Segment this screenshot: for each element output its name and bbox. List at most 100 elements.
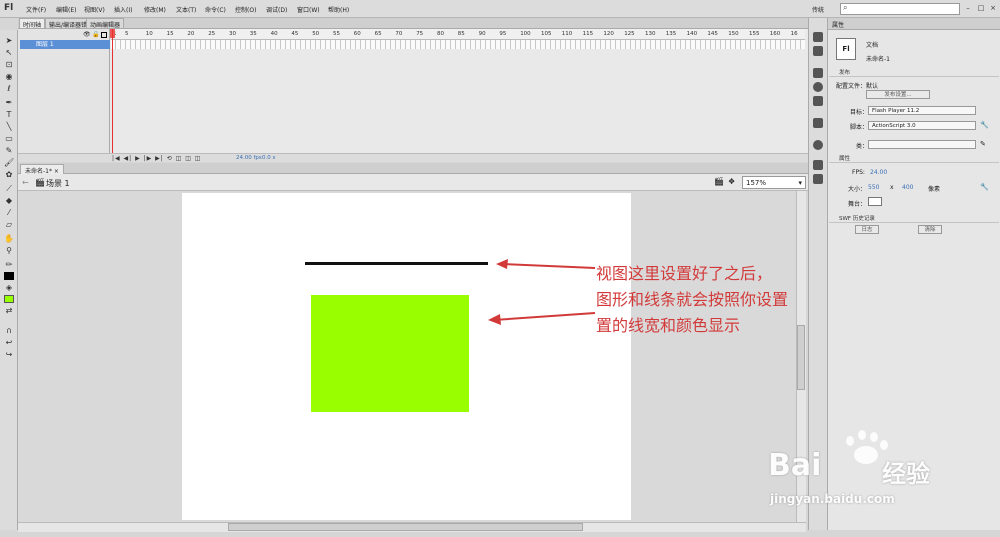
fill-color-icon[interactable]: ◈: [4, 283, 14, 293]
align-panel-icon[interactable]: [813, 68, 823, 78]
timeline-tabs: [18, 18, 808, 29]
menu-insert[interactable]: 插入(I): [114, 5, 132, 14]
lasso-tool-icon[interactable]: ℓ: [4, 84, 14, 94]
snap-icon[interactable]: ∩: [4, 326, 14, 336]
tab-timeline[interactable]: 时间轴: [19, 18, 46, 29]
menu-help[interactable]: 帮助(H): [328, 5, 349, 14]
playhead[interactable]: [112, 29, 113, 159]
maximize-icon[interactable]: □: [976, 4, 986, 13]
swf-history-section-header[interactable]: SWF 历史记录: [829, 214, 999, 223]
stage-color-swatch[interactable]: [868, 197, 882, 206]
menu-text[interactable]: 文本(T): [176, 5, 196, 14]
hand-tool-icon[interactable]: ✋: [4, 234, 14, 244]
rectangle-tool-icon[interactable]: ▭: [4, 134, 14, 144]
code-snippets-icon[interactable]: [813, 160, 823, 170]
target-select[interactable]: Flash Player 11.2: [868, 106, 976, 115]
paint-bucket-icon[interactable]: ◆: [4, 196, 14, 206]
back-arrow-icon[interactable]: ←: [22, 178, 29, 187]
menu-window[interactable]: 窗口(W): [297, 5, 320, 14]
motion-presets-icon[interactable]: [813, 140, 823, 150]
swatches-panel-icon[interactable]: [813, 46, 823, 56]
stroke-color-swatch[interactable]: [4, 272, 14, 280]
profile-label: 配置文件：: [836, 83, 867, 90]
pen-tool-icon[interactable]: ✒: [4, 98, 14, 108]
watermark-brand: Bai: [768, 448, 822, 483]
unit-label: 像素: [928, 186, 941, 193]
frame-number-label: 110: [561, 31, 573, 37]
clear-button[interactable]: 清除: [918, 225, 942, 234]
rectangle-shape[interactable]: [311, 295, 469, 412]
eye-icon[interactable]: 👁: [83, 31, 91, 38]
minimize-icon[interactable]: –: [963, 4, 973, 13]
components-icon[interactable]: [813, 174, 823, 184]
swap-colors-icon[interactable]: ⇄: [4, 306, 14, 316]
transform-panel-icon[interactable]: [813, 96, 823, 106]
properties-section-header[interactable]: 属性: [829, 154, 999, 163]
tab-motion-editor[interactable]: 动画编辑器: [86, 18, 125, 29]
search-input[interactable]: [840, 3, 960, 15]
pencil-tool-icon[interactable]: ✎: [4, 146, 14, 156]
target-label: 目标：: [850, 109, 869, 116]
eraser-tool-icon[interactable]: ▱: [4, 220, 14, 230]
fps-readout[interactable]: 24.00 fps: [236, 155, 262, 161]
menu-debug[interactable]: 调试(D): [266, 5, 287, 14]
menu-control[interactable]: 控制(O): [235, 5, 256, 14]
class-input[interactable]: [868, 140, 976, 149]
text-tool-icon[interactable]: T: [4, 110, 14, 120]
close-icon[interactable]: ×: [988, 4, 998, 13]
brush-tool-icon[interactable]: 🖌: [4, 158, 14, 168]
outline-icon[interactable]: [101, 32, 107, 38]
library-panel-icon[interactable]: [813, 118, 823, 128]
workspace-selector[interactable]: 传统: [812, 5, 824, 14]
document-tab[interactable]: 未命名-1* ×: [20, 164, 64, 175]
eyedropper-icon[interactable]: ⁄: [4, 208, 14, 218]
bone-tool-icon[interactable]: ⟋: [4, 184, 14, 194]
horizontal-scroll-thumb[interactable]: [228, 523, 583, 531]
playback-controls[interactable]: |◀ ◀| ▶ |▶ ▶| ⟲ ◫ ◫ ◫: [112, 155, 201, 162]
publish-settings-button[interactable]: 发布设置...: [866, 90, 930, 99]
log-button[interactable]: 日志: [855, 225, 879, 234]
selection-tool-icon[interactable]: ➤: [4, 36, 14, 46]
frames-row[interactable]: [111, 40, 805, 49]
edit-symbols-icon[interactable]: ❖: [728, 177, 735, 186]
lock-icon[interactable]: 🔒: [92, 31, 99, 38]
free-transform-icon[interactable]: ⊡: [4, 60, 14, 70]
fill-color-swatch[interactable]: [4, 295, 14, 303]
menu-modify[interactable]: 修改(M): [144, 5, 166, 14]
info-panel-icon[interactable]: [813, 82, 823, 92]
line-shape[interactable]: [305, 262, 488, 265]
pencil-edit-icon[interactable]: ✎: [980, 140, 986, 148]
properties-header: 属性: [828, 18, 1000, 30]
menu-file[interactable]: 文件(F): [26, 5, 46, 14]
edit-scene-icon[interactable]: 🎬: [714, 177, 724, 186]
stage-settings-wrench-icon[interactable]: 🔧: [980, 183, 989, 191]
3d-rotation-icon[interactable]: ◉: [4, 72, 14, 82]
frame-number-label: 35: [249, 31, 257, 37]
smooth-icon[interactable]: ↩: [4, 338, 14, 348]
frame-number-label: 80: [437, 31, 444, 37]
menu-view[interactable]: 视图(V): [84, 5, 105, 14]
wrench-icon[interactable]: 🔧: [980, 121, 989, 129]
width-value[interactable]: 550: [868, 184, 879, 191]
class-label: 类：: [856, 143, 869, 150]
color-panel-icon[interactable]: [813, 32, 823, 42]
frame-number-label: 5: [125, 31, 129, 37]
script-select[interactable]: ActionScript 3.0: [868, 121, 976, 130]
publish-section-header[interactable]: 发布: [829, 68, 999, 77]
zoom-tool-icon[interactable]: ⚲: [4, 246, 14, 256]
chevron-down-icon: ▾: [798, 179, 802, 187]
zoom-select[interactable]: 157% ▾: [742, 176, 806, 189]
stroke-color-icon[interactable]: ✏: [4, 260, 14, 270]
frame-number-label: 100: [520, 31, 531, 37]
straighten-icon[interactable]: ↪: [4, 350, 14, 360]
menu-commands[interactable]: 命令(C): [205, 5, 226, 14]
deco-tool-icon[interactable]: ✿: [4, 170, 14, 180]
height-value[interactable]: 400: [902, 184, 913, 191]
stage-color-label: 舞台：: [848, 201, 867, 208]
line-tool-icon[interactable]: ╲: [4, 122, 14, 132]
fps-value[interactable]: 24.00: [870, 169, 887, 176]
arrow-line-1: [501, 263, 596, 269]
subselection-tool-icon[interactable]: ↖: [4, 48, 14, 58]
menu-edit[interactable]: 编辑(E): [56, 5, 76, 14]
layer-row[interactable]: 图层 1: [20, 40, 110, 49]
